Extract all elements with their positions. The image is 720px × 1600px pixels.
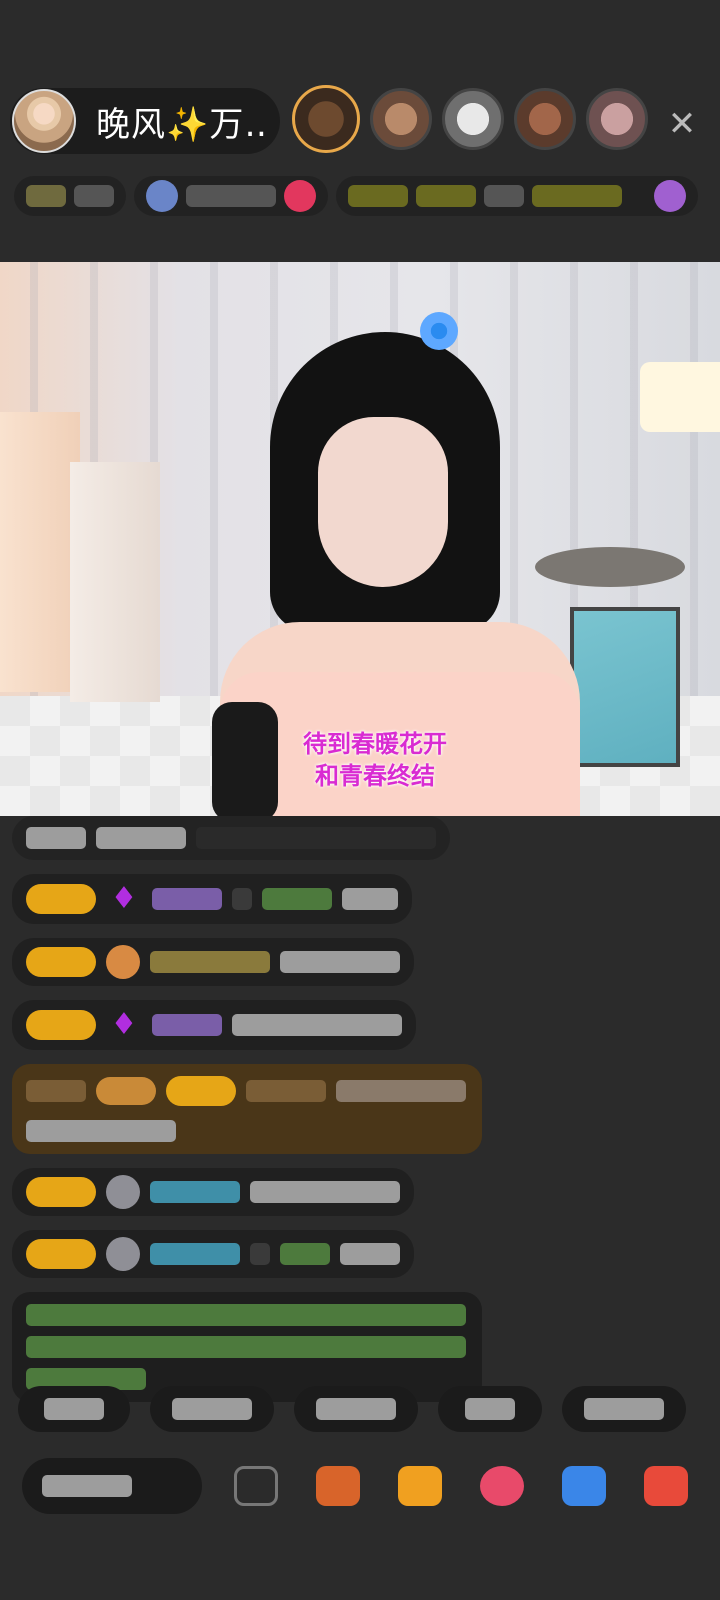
- shop-icon[interactable]: [316, 1466, 360, 1506]
- viewer-avatar-4[interactable]: [514, 88, 576, 150]
- rank-icon: [26, 185, 66, 207]
- quick-reply-chip[interactable]: [294, 1386, 418, 1432]
- lyrics-line-2: 和青春终结: [315, 762, 435, 790]
- quick-reply-chip[interactable]: [18, 1386, 130, 1432]
- quick-replies: [18, 1386, 686, 1432]
- highlight-message[interactable]: [12, 1064, 482, 1154]
- blurred-text: [484, 185, 524, 207]
- emoji-icon[interactable]: [234, 1466, 278, 1506]
- red-badge-icon: [284, 180, 316, 212]
- user-icon: [106, 1175, 140, 1209]
- quick-reply-chip[interactable]: [562, 1386, 686, 1432]
- purple-badge-icon: [654, 180, 686, 212]
- chat-list[interactable]: ♦ ♦: [12, 816, 492, 1416]
- user-icon: [106, 1237, 140, 1271]
- red-envelope-icon[interactable]: [480, 1466, 524, 1506]
- level-badge: [26, 1177, 96, 1207]
- live-video[interactable]: 待到春暖花开 和青春终结: [0, 262, 720, 816]
- stats-row: [14, 172, 706, 220]
- chat-message[interactable]: [12, 1168, 414, 1216]
- diamond-icon: ♦: [110, 1007, 138, 1042]
- diamond-icon: ♦: [110, 881, 138, 916]
- blurred-text: [74, 185, 114, 207]
- stats-chip-2[interactable]: [134, 176, 328, 216]
- flower-hairclip: [420, 312, 458, 350]
- host-avatar[interactable]: [12, 89, 76, 153]
- comment-input[interactable]: [22, 1458, 202, 1514]
- stats-chip-1[interactable]: [14, 176, 126, 216]
- host-name[interactable]: 晚风✨万…: [96, 97, 266, 146]
- stats-chip-3[interactable]: [336, 176, 698, 216]
- chat-message[interactable]: [12, 816, 450, 860]
- pillar: [70, 462, 160, 702]
- viewer-avatar-1[interactable]: [292, 85, 360, 153]
- user-icon: [106, 945, 140, 979]
- level-badge: [26, 1239, 96, 1269]
- blurred-text: [532, 185, 622, 207]
- level-badge: [26, 884, 96, 914]
- gift-box-icon[interactable]: [398, 1466, 442, 1506]
- bottom-bar: [22, 1456, 706, 1516]
- blurred-text: [416, 185, 476, 207]
- gift-icon[interactable]: [644, 1466, 688, 1506]
- chat-message[interactable]: [12, 938, 414, 986]
- viewer-avatar-5[interactable]: [586, 88, 648, 150]
- level-badge: [26, 947, 96, 977]
- lyrics-overlay: 待到春暖花开 和青春终结: [0, 728, 720, 792]
- chat-message[interactable]: ♦: [12, 874, 412, 924]
- pillar: [0, 412, 80, 692]
- quick-reply-chip[interactable]: [150, 1386, 274, 1432]
- game-icon[interactable]: [562, 1466, 606, 1506]
- chat-message[interactable]: [12, 1230, 414, 1278]
- host-info[interactable]: 晚风✨万…: [10, 88, 280, 154]
- blurred-text: [348, 185, 408, 207]
- viewer-avatar-3[interactable]: [442, 88, 504, 150]
- globe-icon: [146, 180, 178, 212]
- top-viewers: [292, 85, 648, 153]
- viewer-avatar-2[interactable]: [370, 88, 432, 150]
- level-badge: [166, 1076, 236, 1106]
- chat-message[interactable]: ♦: [12, 1000, 416, 1050]
- lyrics-line-1: 待到春暖花开: [303, 730, 447, 758]
- close-icon[interactable]: ✕: [662, 104, 702, 144]
- level-badge: [26, 1010, 96, 1040]
- quick-reply-chip[interactable]: [438, 1386, 542, 1432]
- blurred-text: [186, 185, 276, 207]
